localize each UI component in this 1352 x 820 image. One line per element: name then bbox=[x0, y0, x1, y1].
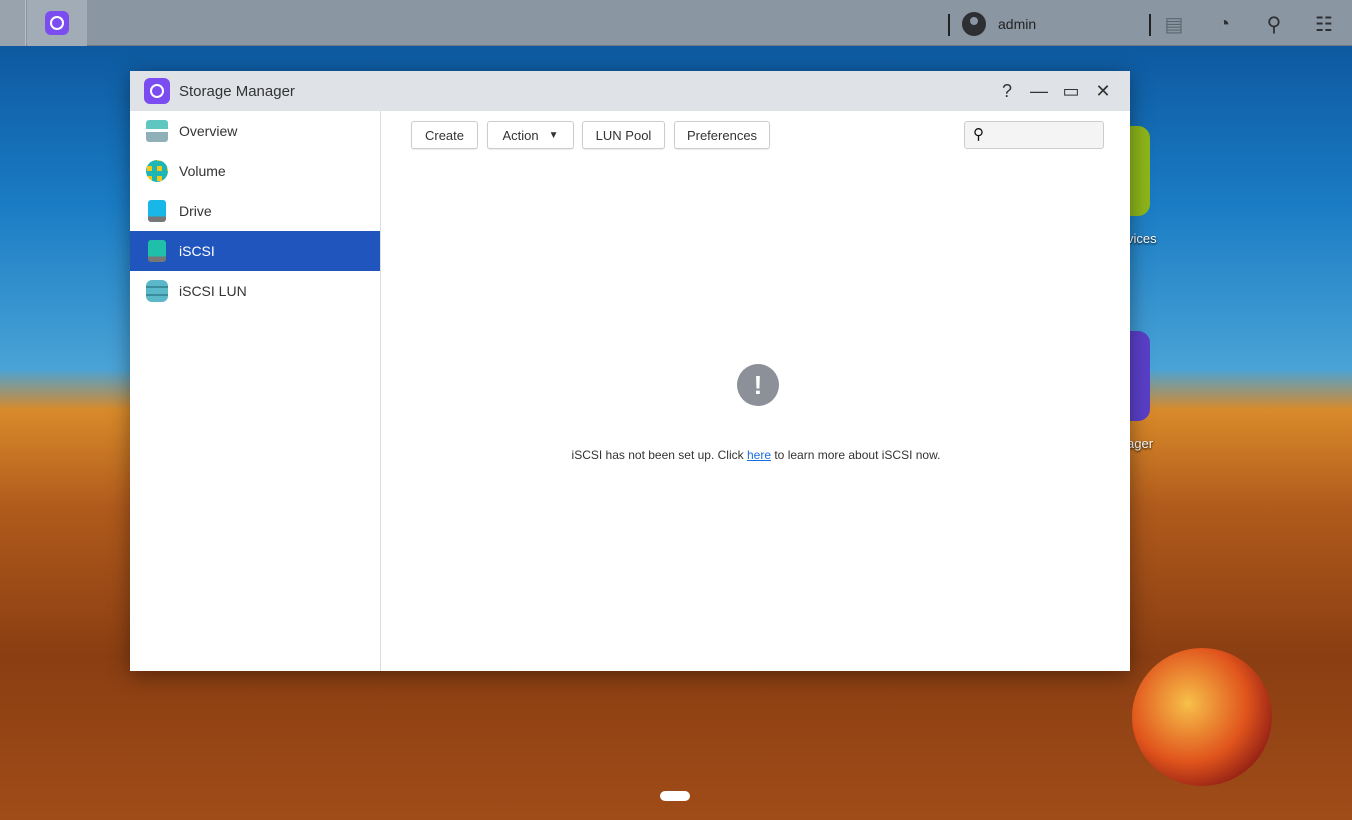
sidebar-item-iscsi-lun[interactable]: iSCSI LUN bbox=[130, 271, 380, 311]
action-label: Action bbox=[502, 127, 539, 143]
desktop-app-label: vices bbox=[1127, 231, 1157, 246]
search-icon[interactable]: ⚲ bbox=[1262, 12, 1286, 36]
dock-handle[interactable] bbox=[660, 791, 690, 801]
sidebar-item-label: Drive bbox=[179, 203, 212, 219]
close-button[interactable]: ✕ bbox=[1094, 80, 1112, 102]
help-button[interactable]: ? bbox=[998, 80, 1016, 102]
sidebar-item-label: Overview bbox=[179, 123, 238, 139]
sidebar-item-label: iSCSI bbox=[179, 243, 215, 259]
divider bbox=[948, 14, 950, 36]
brand-logo bbox=[1132, 648, 1272, 786]
search-input[interactable] bbox=[964, 121, 1104, 149]
chevron-down-icon: ▼ bbox=[548, 129, 559, 141]
action-dropdown[interactable]: Action ▼ bbox=[487, 121, 574, 149]
volume-icon bbox=[146, 160, 168, 182]
overview-icon bbox=[146, 120, 168, 142]
iscsi-lun-icon bbox=[146, 280, 168, 302]
learn-more-link[interactable]: here bbox=[747, 448, 771, 462]
lun-pool-button[interactable]: LUN Pool bbox=[582, 121, 665, 149]
user-icon bbox=[962, 12, 986, 36]
sidebar-item-drive[interactable]: Drive bbox=[130, 191, 380, 231]
taskbar-storage-manager[interactable] bbox=[27, 0, 87, 46]
search-icon: ⚲ bbox=[973, 126, 984, 143]
sidebar-item-label: iSCSI LUN bbox=[179, 283, 247, 299]
main-panel: Create Action ▼ LUN Pool Preferences ⚲ ! … bbox=[382, 111, 1130, 671]
iscsi-icon bbox=[148, 240, 166, 262]
sidebar-item-overview[interactable]: Overview bbox=[130, 111, 380, 151]
sidebar-item-volume[interactable]: Volume bbox=[130, 151, 380, 191]
username: admin bbox=[998, 16, 1037, 32]
dashboard-icon[interactable]: ◔ bbox=[1212, 12, 1236, 36]
sidebar: Overview Volume Drive iSCSI iSCSI LUN bbox=[130, 111, 381, 671]
maximize-button[interactable]: ▭ bbox=[1062, 80, 1080, 102]
sidebar-item-label: Volume bbox=[179, 163, 226, 179]
create-button[interactable]: Create bbox=[411, 121, 478, 149]
title-bar[interactable]: Storage Manager ? — ▭ ✕ bbox=[130, 71, 1130, 111]
message-text: to learn more about iSCSI now. bbox=[771, 448, 941, 462]
user-menu[interactable]: admin bbox=[962, 12, 1036, 36]
desktop-app-label: ager bbox=[1127, 436, 1154, 451]
message-text: iSCSI has not been set up. Click bbox=[571, 448, 747, 462]
window-title: Storage Manager bbox=[179, 82, 295, 100]
warning-icon: ! bbox=[737, 364, 779, 406]
storage-manager-icon bbox=[144, 78, 170, 104]
drive-icon bbox=[148, 200, 166, 222]
storage-manager-window: Storage Manager ? — ▭ ✕ Overview Volume … bbox=[130, 71, 1130, 671]
minimize-button[interactable]: — bbox=[1030, 80, 1048, 102]
divider bbox=[1149, 14, 1151, 36]
show-desktop-button[interactable] bbox=[0, 0, 26, 46]
taskbar: admin ▤ ◔ ⚲ ☷ bbox=[0, 0, 1352, 46]
storage-manager-icon bbox=[45, 11, 69, 35]
notifications-icon[interactable]: ▤ bbox=[1162, 12, 1186, 36]
preferences-button[interactable]: Preferences bbox=[674, 121, 770, 149]
empty-state-message: iSCSI has not been set up. Click here to… bbox=[382, 448, 1130, 462]
sidebar-item-iscsi[interactable]: iSCSI bbox=[130, 231, 380, 271]
settings-icon[interactable]: ☷ bbox=[1312, 12, 1336, 36]
